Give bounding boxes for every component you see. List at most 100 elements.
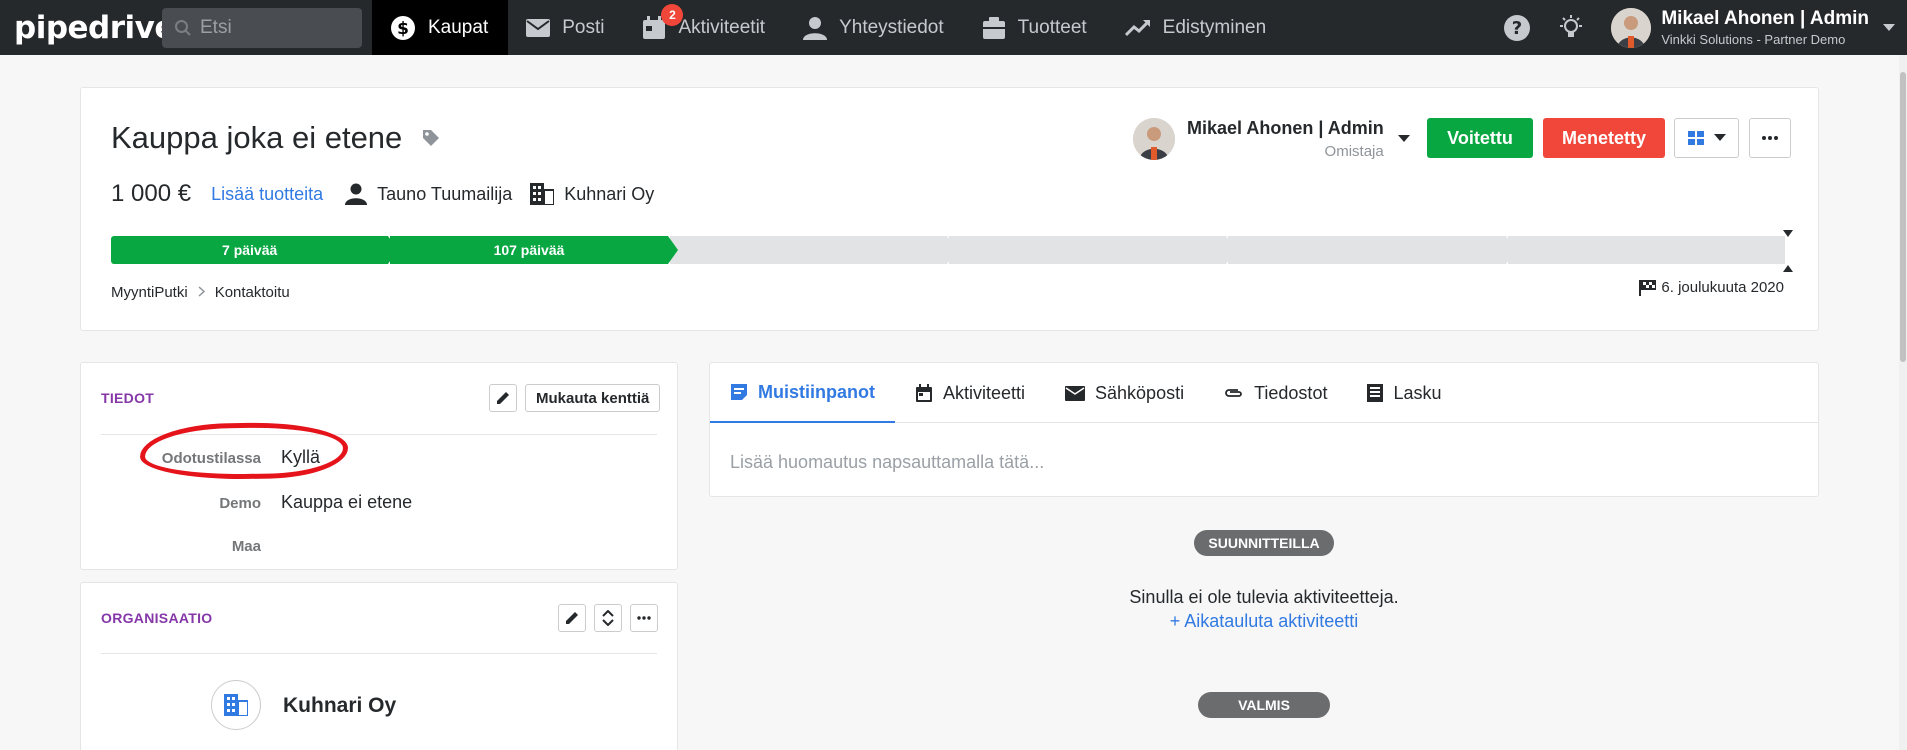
nav-item-posti[interactable]: Posti (508, 0, 624, 55)
edit-details-button[interactable] (489, 384, 517, 412)
tab-label: Sähköposti (1095, 382, 1185, 403)
customize-fields-button[interactable]: Mukauta kenttiä (525, 384, 661, 412)
pipeline-stage[interactable]: 107 päivää (390, 236, 678, 264)
deal-summary: 1 000 € Lisää tuotteita Tauno Tuumailija… (111, 180, 672, 208)
add-products-link[interactable]: Lisää tuotteita (211, 184, 323, 205)
owner-role: Omistaja (1324, 143, 1384, 160)
tab-bar: Muistiinpanot Aktiviteetti Sähköposti Ti… (710, 363, 1818, 423)
divider (101, 653, 657, 654)
deal-header-card: Kauppa joka ei etene 1 000 € Lisää tuott… (80, 87, 1819, 331)
breadcrumb-pipeline[interactable]: MyyntiPutki (111, 284, 188, 301)
nav-item-label: Tuotteet (1017, 16, 1087, 38)
trend-icon (1124, 19, 1151, 37)
deal-person-name: Tauno Tuumailija (377, 183, 513, 204)
help-icon[interactable]: ? (1503, 14, 1531, 42)
pencil-icon (497, 392, 509, 404)
user-company: Vinkki Solutions - Partner Demo (1661, 32, 1846, 47)
person-icon (345, 183, 368, 205)
grid-icon (1687, 131, 1704, 145)
note-input[interactable]: Lisää huomautus napsauttamalla tätä... (730, 452, 1044, 473)
person-icon (803, 16, 828, 40)
more-actions-button[interactable] (1749, 118, 1791, 158)
chevron-right-icon (198, 284, 205, 301)
tab-tiedostot[interactable]: Tiedostot (1204, 363, 1347, 423)
field-label: Maa (231, 538, 261, 555)
expand-organization-button[interactable] (594, 604, 622, 632)
pencil-icon (566, 612, 578, 624)
deal-title[interactable]: Kauppa joka ei etene (111, 120, 402, 156)
checkered-flag-icon (1639, 279, 1657, 296)
lightbulb-icon[interactable] (1557, 14, 1585, 42)
pipedrive-logo[interactable]: pipedrive (0, 10, 175, 46)
chevron-down-icon[interactable] (1883, 23, 1895, 32)
pipeline-stage[interactable]: 7 päivää (111, 236, 399, 264)
pipeline-stages: 7 päivää 107 päivää (111, 236, 1787, 264)
nav-item-tuotteet[interactable]: Tuotteet (964, 0, 1107, 55)
avatar[interactable] (1611, 7, 1652, 48)
user-name: Mikael Ahonen | Admin (1661, 8, 1869, 29)
details-title: TIEDOT (101, 390, 155, 406)
edit-organization-button[interactable] (558, 604, 586, 632)
deal-amount[interactable]: 1 000 € (111, 180, 191, 208)
search-input[interactable]: Etsi (162, 7, 362, 48)
search-icon (175, 19, 191, 36)
pipeline-stage[interactable] (1507, 236, 1785, 264)
field-row-demo: Demo Kauppa ei etene (101, 492, 661, 513)
nav-item-edistyminen[interactable]: Edistyminen (1107, 0, 1287, 55)
no-activities-text: Sinulla ei ole tulevia aktiviteetteja. (1129, 587, 1399, 607)
field-value[interactable]: Kauppa ei etene (281, 492, 412, 513)
tab-sahkoposti[interactable]: Sähköposti (1045, 363, 1204, 423)
tab-aktiviteetti[interactable]: Aktiviteetti (895, 363, 1045, 423)
field-label: Demo (219, 495, 261, 512)
nav-right: ? Mikael Ahonen | Admin Vinkki Solutions… (1503, 0, 1907, 55)
nav-item-yhteystiedot[interactable]: Yhteystiedot (785, 0, 964, 55)
tag-icon[interactable] (422, 129, 440, 147)
chevron-down-icon[interactable] (1397, 135, 1410, 143)
pipeline-stage[interactable] (948, 236, 1237, 264)
deal-title-row: Kauppa joka ei etene (111, 120, 440, 156)
tab-label: Aktiviteetti (942, 382, 1026, 403)
nav-item-label: Edistyminen (1162, 16, 1267, 38)
deal-organization[interactable]: Kuhnari Oy (530, 183, 654, 205)
search-placeholder: Etsi (200, 16, 232, 38)
nav-items: $ Kaupat Posti 2 Aktiviteetit Yhteystied… (372, 0, 1286, 55)
box-icon (982, 16, 1006, 40)
pipeline-stage[interactable] (1228, 236, 1516, 264)
schedule-activity-link[interactable]: + Aikatauluta aktiviteetti (1000, 611, 1528, 632)
stage-expand-arrow[interactable] (1783, 265, 1793, 272)
tab-muistiinpanot[interactable]: Muistiinpanot (710, 363, 895, 423)
lost-button[interactable]: Menetetty (1543, 118, 1665, 158)
owner-avatar (1133, 118, 1175, 160)
expected-close-text: 6. joulukuuta 2020 (1661, 279, 1784, 296)
deal-organization-name: Kuhnari Oy (564, 183, 655, 204)
expand-icon (602, 610, 614, 626)
tab-lasku[interactable]: Lasku (1347, 363, 1461, 423)
expected-close-date[interactable]: 6. joulukuuta 2020 (1639, 279, 1784, 296)
nav-item-label: Aktiviteetit (678, 16, 766, 38)
svg-text:$: $ (397, 19, 409, 39)
nav-item-kaupat[interactable]: $ Kaupat (372, 0, 509, 55)
nav-item-aktiviteetit[interactable]: 2 Aktiviteetit (624, 0, 785, 55)
dollar-circle-icon: $ (390, 15, 416, 41)
owner-text: Mikael Ahonen | Admin Omistaja (1187, 118, 1384, 160)
organization-name[interactable]: Kuhnari Oy (283, 694, 396, 718)
pipeline-stage[interactable] (669, 236, 958, 264)
nav-item-label: Yhteystiedot (839, 16, 944, 38)
breadcrumb: MyyntiPutki Kontaktoitu (111, 284, 290, 301)
planned-section-badge: SUUNNITTEILLA (1194, 530, 1334, 556)
view-switch-button[interactable] (1674, 118, 1739, 158)
scrollbar-thumb[interactable] (1900, 72, 1906, 362)
deal-owner[interactable]: Mikael Ahonen | Admin Omistaja (1133, 118, 1410, 160)
stage-collapse-arrow[interactable] (1783, 230, 1793, 237)
building-icon (530, 183, 555, 205)
deal-person[interactable]: Tauno Tuumailija (345, 183, 512, 205)
won-button[interactable]: Voitettu (1427, 118, 1533, 158)
user-menu[interactable]: Mikael Ahonen | Admin Vinkki Solutions -… (1661, 8, 1869, 47)
breadcrumb-stage[interactable]: Kontaktoitu (215, 284, 290, 301)
organization-more-button[interactable] (630, 604, 658, 632)
chevron-down-icon (1713, 134, 1726, 141)
top-navigation: pipedrive Etsi $ Kaupat Posti 2 Aktivite… (0, 0, 1907, 55)
building-icon (224, 694, 248, 716)
mail-icon (1065, 385, 1086, 401)
done-section-badge: VALMIS (1198, 692, 1330, 718)
